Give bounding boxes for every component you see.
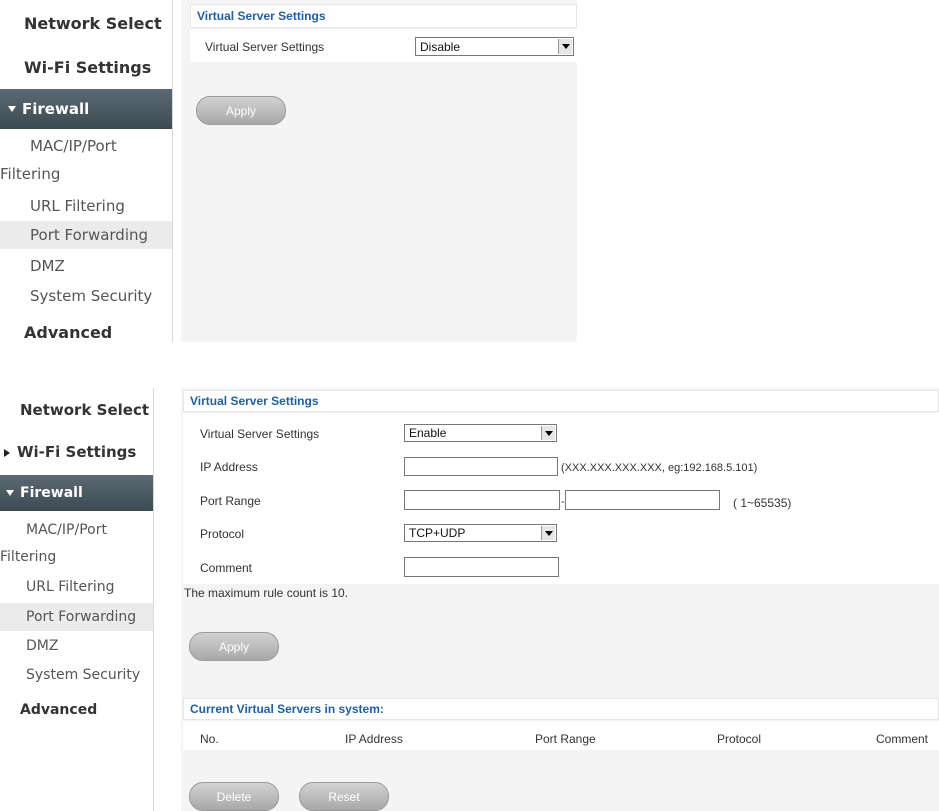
expanded-triangle-icon: [8, 106, 16, 112]
section-title: Virtual Server Settings: [183, 390, 939, 412]
virtual-server-settings-label: Virtual Server Settings: [200, 427, 320, 441]
protocol-label: Protocol: [200, 527, 245, 541]
nav-url-filtering[interactable]: URL Filtering: [26, 579, 115, 595]
max-rule-note: The maximum rule count is 10.: [184, 586, 349, 600]
dropdown-arrow-icon: [558, 39, 572, 54]
nav-network-select[interactable]: Network Select: [24, 14, 162, 33]
column-header-protocol: Protocol: [717, 732, 762, 746]
protocol-select-value: TCP+UDP: [409, 526, 466, 540]
nav-mac-ip-port-filtering[interactable]: MAC/IP/Port Filtering: [0, 522, 153, 565]
protocol-select[interactable]: TCP+UDP: [404, 524, 557, 542]
ip-address-input[interactable]: [404, 457, 558, 476]
nav-system-security[interactable]: System Security: [26, 667, 140, 683]
virtual-server-settings-label: Virtual Server Settings: [205, 40, 325, 54]
nav-mac-ip-port-line2: Filtering: [0, 165, 61, 183]
nav-port-forwarding[interactable]: Port Forwarding: [0, 603, 153, 631]
column-header-ip-address: IP Address: [345, 732, 403, 746]
section-title: Virtual Server Settings: [190, 4, 577, 28]
nav-advanced[interactable]: Advanced: [20, 702, 97, 718]
port-range-hint: ( 1~65535): [733, 496, 792, 510]
reset-button[interactable]: Reset: [299, 782, 389, 811]
dropdown-arrow-icon: [541, 526, 555, 540]
nav-wifi-settings[interactable]: Wi-Fi Settings: [4, 443, 136, 461]
panel-virtual-server-disabled: Network Select Wi-Fi Settings Firewall M…: [0, 0, 580, 342]
nav-port-forwarding[interactable]: Port Forwarding: [0, 221, 172, 249]
virtual-server-settings-select[interactable]: Enable: [404, 424, 557, 442]
nav-firewall-label: Firewall: [22, 100, 90, 118]
nav-wifi-settings[interactable]: Wi-Fi Settings: [24, 58, 151, 77]
column-header-port-range: Port Range: [535, 732, 596, 746]
ip-address-label: IP Address: [200, 460, 258, 474]
ip-address-hint: (XXX.XXX.XXX.XXX, eg:192.168.5.101): [561, 462, 758, 474]
select-value: Disable: [420, 39, 461, 54]
nav-network-select[interactable]: Network Select: [20, 401, 149, 419]
expanded-triangle-icon: [6, 490, 14, 496]
apply-button[interactable]: Apply: [189, 632, 279, 661]
collapsed-triangle-icon: [4, 448, 10, 457]
dropdown-arrow-icon: [541, 426, 555, 440]
nav-mac-ip-port-line2: Filtering: [0, 549, 57, 565]
apply-button[interactable]: Apply: [196, 96, 286, 125]
nav-wifi-label: Wi-Fi Settings: [17, 443, 137, 461]
nav-firewall-label: Firewall: [20, 485, 83, 501]
port-range-label: Port Range: [200, 494, 261, 508]
panel-virtual-server-enabled: Network Select Wi-Fi Settings Firewall M…: [0, 388, 939, 811]
column-header-comment: Comment: [876, 732, 929, 746]
nav-advanced[interactable]: Advanced: [24, 323, 112, 342]
sidebar-nav: Network Select Wi-Fi Settings Firewall M…: [0, 0, 173, 342]
port-range-to-input[interactable]: [565, 490, 720, 510]
comment-input[interactable]: [404, 557, 559, 577]
current-servers-title: Current Virtual Servers in system:: [183, 698, 939, 720]
column-header-no: No.: [200, 732, 219, 746]
sidebar-nav: Network Select Wi-Fi Settings Firewall M…: [0, 388, 154, 811]
nav-mac-ip-port-line1: MAC/IP/Port: [26, 522, 107, 538]
delete-button[interactable]: Delete: [189, 782, 279, 811]
select-value: Enable: [409, 426, 447, 440]
nav-dmz[interactable]: DMZ: [26, 638, 58, 654]
port-range-from-input[interactable]: [404, 490, 560, 510]
comment-label: Comment: [200, 561, 253, 575]
virtual-server-settings-select[interactable]: Disable: [415, 37, 574, 56]
nav-firewall[interactable]: Firewall: [0, 89, 172, 129]
nav-mac-ip-port-filtering[interactable]: MAC/IP/Port Filtering: [0, 137, 172, 183]
nav-url-filtering[interactable]: URL Filtering: [30, 197, 125, 215]
nav-system-security[interactable]: System Security: [30, 287, 152, 305]
nav-firewall[interactable]: Firewall: [0, 475, 153, 511]
nav-mac-ip-port-line1: MAC/IP/Port: [30, 137, 117, 155]
nav-dmz[interactable]: DMZ: [30, 257, 65, 275]
